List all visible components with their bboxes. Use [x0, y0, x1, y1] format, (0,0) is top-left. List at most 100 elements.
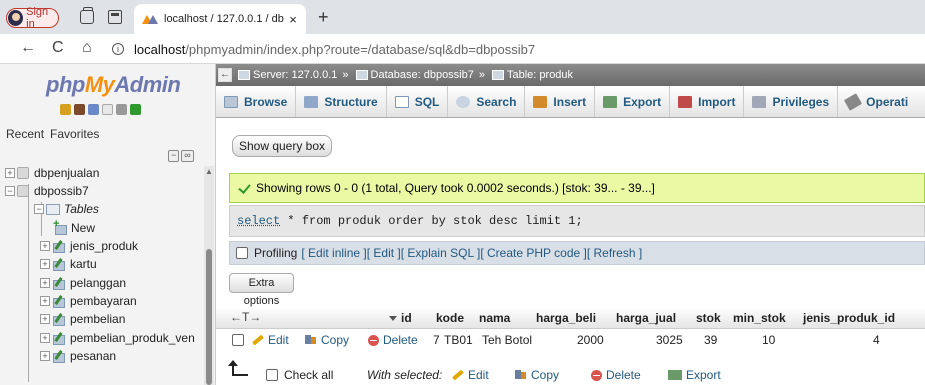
column-harga-jual[interactable]: harga_jual	[616, 311, 676, 325]
tree-item-table[interactable]: + pembelian	[40, 310, 125, 328]
new-tab-button[interactable]: +	[318, 7, 329, 28]
cell-nama[interactable]: Teh Botol	[482, 333, 532, 347]
expand-icon[interactable]: +	[40, 351, 50, 361]
cell-jenis-produk-id[interactable]: 4	[873, 333, 880, 347]
phpmyadmin-logo[interactable]: phpMyAdmin	[46, 72, 181, 98]
tab-privileges[interactable]: Privileges	[744, 86, 839, 117]
expand-icon[interactable]: +	[40, 333, 50, 343]
refresh-link[interactable]: [ Refresh ]	[587, 246, 642, 260]
create-php-code-link[interactable]: [ Create PHP code ]	[480, 246, 587, 260]
bulk-delete-button[interactable]: Delete	[591, 368, 641, 382]
check-all-checkbox[interactable]	[266, 369, 278, 381]
column-min-stok[interactable]: min_stok	[733, 311, 786, 325]
cell-harga-jual[interactable]: 3025	[656, 333, 683, 347]
scroll-up-icon[interactable]: ▲	[205, 167, 213, 176]
browser-tab-active[interactable]: localhost / 127.0.0.1 / dbpossib7 | ×	[134, 4, 306, 34]
collapse-icon[interactable]: −	[5, 186, 15, 196]
column-kode[interactable]: kode	[436, 311, 464, 325]
tree-item-tables[interactable]: − Tables	[34, 200, 99, 218]
expand-icon[interactable]: +	[5, 168, 15, 178]
row-copy-link[interactable]: Copy	[305, 333, 349, 347]
tab-operations[interactable]: Operati	[838, 86, 916, 117]
tab-export[interactable]: Export	[595, 86, 671, 117]
tab-search[interactable]: Search	[448, 86, 526, 117]
back-button[interactable]: ←	[20, 39, 36, 57]
help-icon[interactable]	[88, 104, 99, 115]
cell-harga-beli[interactable]: 2000	[577, 333, 604, 347]
edit-inline-link[interactable]: [ Edit inline ]	[301, 246, 366, 260]
table-icon	[492, 70, 504, 80]
tree-item-new-table[interactable]: New	[53, 218, 95, 237]
reload-button[interactable]: C	[52, 39, 64, 57]
column-arrows[interactable]: ←T→	[230, 310, 261, 324]
breadcrumb-table[interactable]: Table: produk	[507, 69, 573, 81]
tree-item-table[interactable]: + pembelian_produk_ven	[40, 329, 195, 347]
column-harga-beli[interactable]: harga_beli	[536, 311, 596, 325]
collapse-icon[interactable]: −	[34, 204, 44, 214]
settings-gear-icon[interactable]	[116, 104, 127, 115]
tree-label: pembayaran	[70, 294, 137, 308]
sort-column-id[interactable]: id	[389, 311, 412, 325]
tab-import[interactable]: Import	[670, 86, 745, 117]
expand-icon[interactable]: +	[40, 278, 50, 288]
bulk-copy-button[interactable]: Copy	[515, 368, 559, 382]
bulk-edit-button[interactable]: Edit	[452, 368, 489, 382]
expand-icon[interactable]: +	[40, 241, 50, 251]
docs-icon[interactable]	[102, 104, 113, 115]
tab-browse[interactable]: Browse	[216, 86, 297, 117]
home-button[interactable]: ⌂	[82, 39, 92, 57]
column-stok[interactable]: stok	[696, 311, 721, 325]
column-jenis-produk-id[interactable]: jenis_produk_id	[803, 311, 895, 325]
breadcrumb-server[interactable]: Server: 127.0.0.1	[253, 69, 337, 81]
check-all-control[interactable]: Check all	[266, 368, 333, 382]
cell-kode[interactable]: TB01	[444, 333, 473, 347]
panel-toggle-icon[interactable]: ←	[218, 68, 232, 82]
row-delete-link[interactable]: Delete	[368, 333, 418, 347]
recent-tab[interactable]: Recent	[6, 127, 44, 141]
link-icon[interactable]: ∞	[181, 150, 194, 162]
expand-icon[interactable]: +	[40, 314, 50, 324]
edit-link[interactable]: [ Edit ]	[367, 246, 401, 260]
tab-insert[interactable]: Insert	[525, 86, 596, 117]
favorites-tab[interactable]: Favorites	[50, 127, 99, 141]
show-query-box-button[interactable]: Show query box	[232, 135, 332, 157]
row-edit-link[interactable]: Edit	[252, 333, 289, 347]
sidebar-scroll-thumb[interactable]	[206, 249, 212, 385]
row-checkbox[interactable]	[232, 334, 244, 346]
tree-item-table[interactable]: + kartu	[40, 255, 97, 273]
home-icon[interactable]	[60, 104, 71, 115]
reload-nav-icon[interactable]	[130, 104, 141, 115]
logo-my: My	[84, 72, 115, 97]
tree-item-dbpenjualan[interactable]: + dbpenjualan	[5, 164, 99, 182]
extra-options-button[interactable]: Extra options	[229, 273, 294, 307]
cell-min-stok[interactable]: 10	[762, 333, 775, 347]
sql-keyword[interactable]: select	[237, 214, 280, 228]
tab-close-icon[interactable]: ×	[284, 12, 302, 27]
logout-icon[interactable]	[74, 104, 85, 115]
cell-stok[interactable]: 39	[704, 333, 717, 347]
cell-id[interactable]: 7	[433, 333, 440, 347]
tree-item-table[interactable]: + pesanan	[40, 347, 116, 365]
collections-icon[interactable]	[80, 7, 94, 24]
sign-in-button[interactable]: Sign in	[6, 6, 59, 30]
info-icon[interactable]: i	[112, 43, 124, 55]
tree-item-table[interactable]: + pelanggan	[40, 274, 126, 292]
bulk-export-button[interactable]: Export	[668, 368, 721, 382]
breadcrumb-database[interactable]: Database: dbpossib7	[371, 69, 474, 81]
table-row: Edit Copy Delete 7 TB01 Teh Botol 2000 3…	[216, 329, 925, 351]
pencil-icon	[252, 334, 264, 346]
explain-sql-link[interactable]: [ Explain SQL ]	[401, 246, 481, 260]
column-nama[interactable]: nama	[479, 311, 510, 325]
tab-sql[interactable]: SQL	[387, 86, 449, 117]
tab-structure[interactable]: Structure	[296, 86, 387, 117]
expand-icon[interactable]: +	[40, 296, 50, 306]
browser-tab-bar: Sign in localhost / 127.0.0.1 / dbpossib…	[0, 0, 925, 34]
collapse-all-icon[interactable]: −	[168, 150, 180, 162]
tree-item-table[interactable]: + jenis_produk	[40, 237, 138, 255]
tree-item-dbpossib7[interactable]: − dbpossib7	[5, 182, 89, 200]
expand-icon[interactable]: +	[40, 259, 50, 269]
tab-actions-icon[interactable]	[108, 10, 122, 24]
tree-item-table[interactable]: + pembayaran	[40, 292, 137, 310]
url-field[interactable]: localhost/phpmyadmin/index.php?route=/da…	[134, 42, 535, 57]
profiling-checkbox[interactable]	[236, 247, 248, 259]
